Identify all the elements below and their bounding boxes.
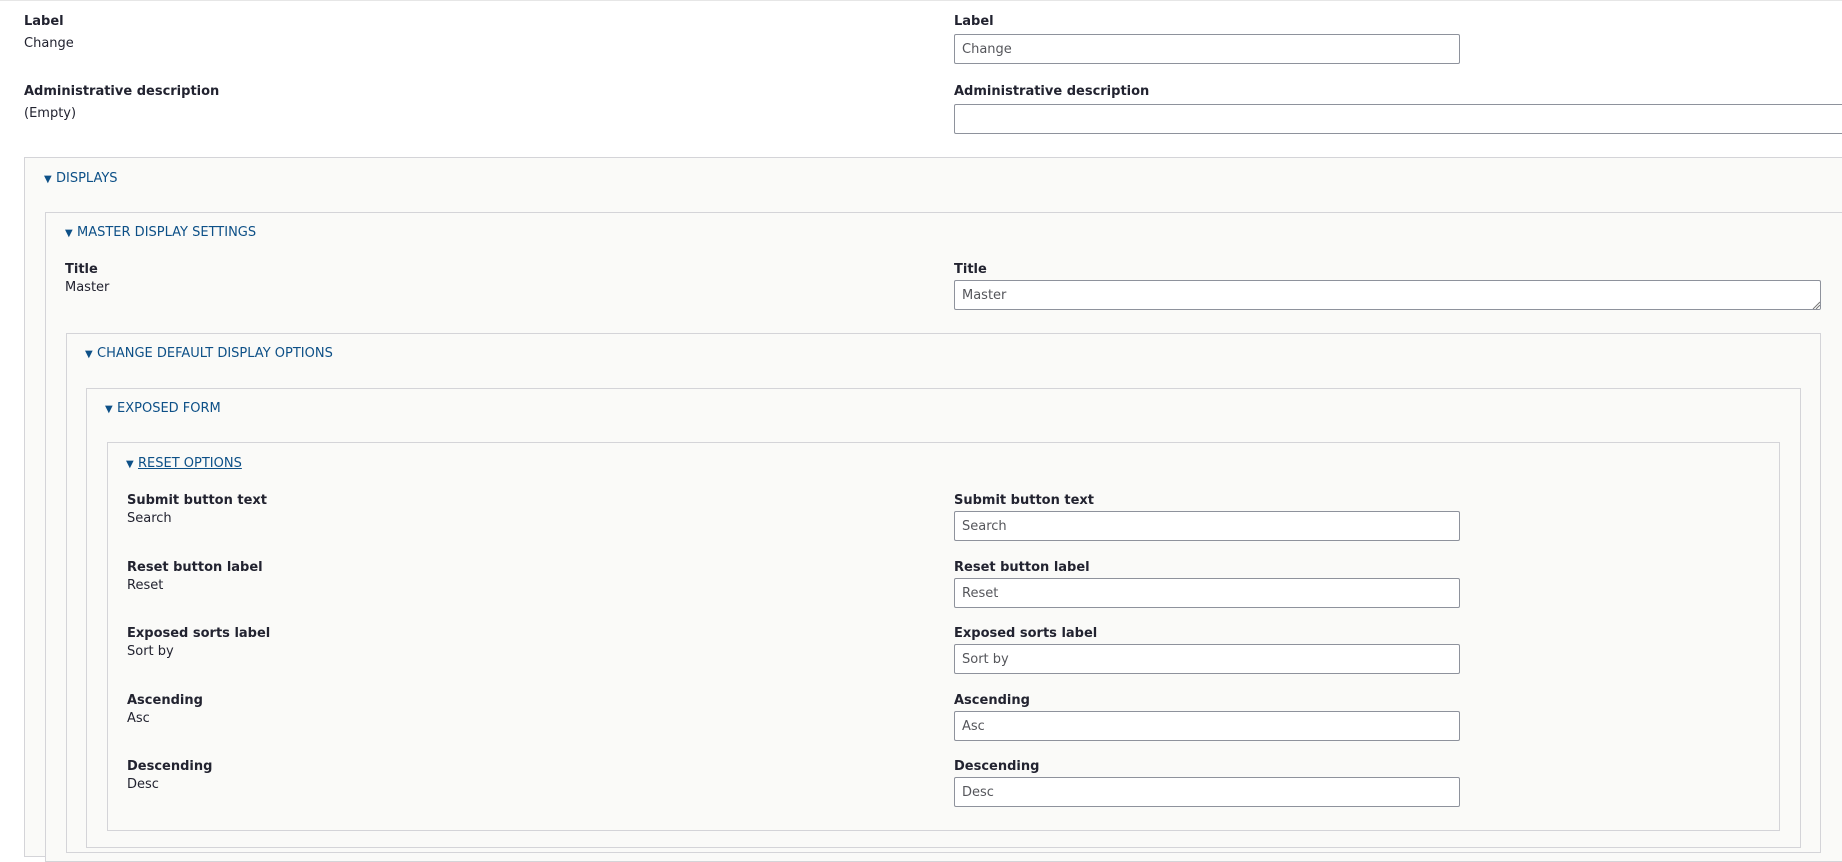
master-title-original-title: Title	[65, 262, 98, 277]
displays-summary[interactable]: ▼ DISPLAYS	[44, 171, 118, 188]
top-divider	[0, 0, 1842, 1]
ascending-field-title: Ascending	[954, 693, 1030, 708]
reset-button-label-input[interactable]	[954, 578, 1460, 608]
ascending-original-title: Ascending	[127, 693, 203, 708]
default-display-options-summary-label: CHANGE DEFAULT DISPLAY OPTIONS	[97, 346, 333, 361]
reset-button-label-original-value: Reset	[127, 578, 164, 593]
submit-button-text-original-title: Submit button text	[127, 493, 267, 508]
exposed-sorts-label-field-title: Exposed sorts label	[954, 626, 1098, 641]
descending-original-title: Descending	[127, 759, 213, 774]
reset-options-summary[interactable]: ▼ RESET OPTIONS	[126, 456, 242, 473]
descending-original-value: Desc	[127, 777, 159, 792]
label-input[interactable]	[954, 34, 1460, 64]
master-display-summary[interactable]: ▼ MASTER DISPLAY SETTINGS	[65, 225, 256, 242]
submit-button-text-original-value: Search	[127, 511, 172, 526]
triangle-down-icon: ▼	[85, 349, 93, 360]
admin-description-input[interactable]	[954, 104, 1842, 134]
exposed-form-summary-label: EXPOSED FORM	[117, 401, 221, 416]
master-title-field-title: Title	[954, 262, 987, 277]
admin-description-original-value: (Empty)	[24, 106, 77, 121]
ascending-original-value: Asc	[127, 711, 150, 726]
triangle-down-icon: ▼	[44, 174, 52, 185]
exposed-form-summary[interactable]: ▼ EXPOSED FORM	[105, 401, 221, 418]
reset-options-summary-label: RESET OPTIONS	[138, 456, 242, 471]
triangle-down-icon: ▼	[126, 459, 134, 470]
descending-field-title: Descending	[954, 759, 1040, 774]
exposed-sorts-label-input[interactable]	[954, 644, 1460, 674]
master-title-textarea-wrap	[954, 280, 1821, 310]
triangle-down-icon: ▼	[105, 404, 113, 415]
label-field-title: Label	[954, 14, 994, 29]
submit-button-text-input[interactable]	[954, 511, 1460, 541]
master-display-summary-label: MASTER DISPLAY SETTINGS	[77, 225, 257, 240]
reset-options-fieldset	[107, 442, 1780, 831]
exposed-sorts-label-original-title: Exposed sorts label	[127, 626, 271, 641]
displays-summary-label: DISPLAYS	[56, 171, 118, 186]
descending-input[interactable]	[954, 777, 1460, 807]
admin-description-field-title: Administrative description	[954, 84, 1150, 99]
master-title-original-value: Master	[65, 280, 110, 295]
ascending-input[interactable]	[954, 711, 1460, 741]
admin-description-original-title: Administrative description	[24, 84, 220, 99]
reset-button-label-original-title: Reset button label	[127, 560, 263, 575]
master-title-input[interactable]	[954, 280, 1821, 310]
default-display-options-summary[interactable]: ▼ CHANGE DEFAULT DISPLAY OPTIONS	[85, 346, 333, 363]
reset-button-label-field-title: Reset button label	[954, 560, 1090, 575]
exposed-sorts-label-original-value: Sort by	[127, 644, 174, 659]
submit-button-text-field-title: Submit button text	[954, 493, 1094, 508]
label-original-value: Change	[24, 36, 74, 51]
triangle-down-icon: ▼	[65, 228, 73, 239]
resize-grip-icon[interactable]	[1812, 301, 1820, 309]
label-original-title: Label	[24, 14, 64, 29]
